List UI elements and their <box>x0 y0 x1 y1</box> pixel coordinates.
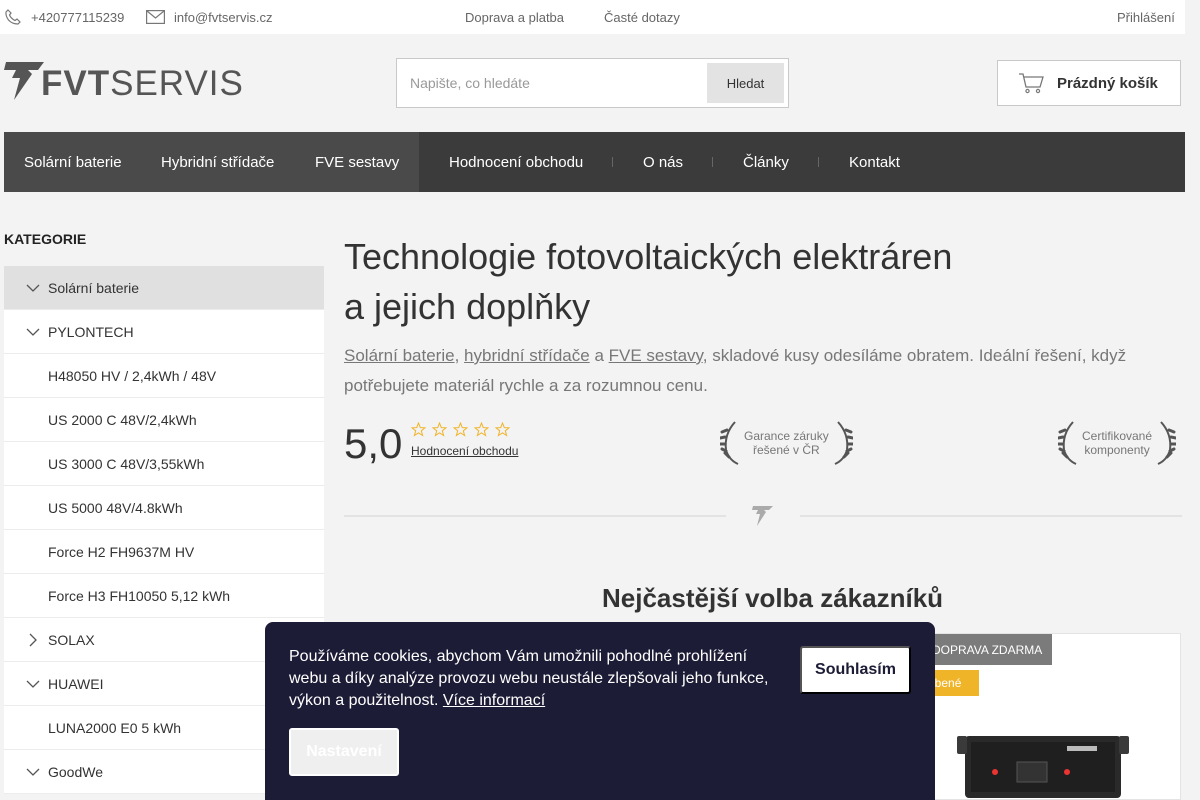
warranty-text: Garance záruky řešené v ČR <box>740 429 833 457</box>
nav-item-articles[interactable]: Články <box>743 132 789 192</box>
sidebar-item-label: US 3000 C 48V/3,55kWh <box>48 455 205 472</box>
top-bar: +420777115239 info@fvtservis.cz Doprava … <box>0 0 1185 34</box>
star-icon <box>474 422 489 437</box>
intro-link-fve-sets[interactable]: FVE sestavy <box>609 346 703 365</box>
sidebar-item[interactable]: US 2000 C 48V/2,4kWh <box>4 398 324 442</box>
page-title-line2: a jejich doplňky <box>344 286 591 327</box>
sidebar-item[interactable]: Force H3 FH10050 5,12 kWh <box>4 574 324 618</box>
certified-line1: Certifikované <box>1082 429 1153 443</box>
logo-text-light: SERVIS <box>110 64 244 103</box>
search-button[interactable]: Hledat <box>707 63 784 103</box>
star-icon <box>453 422 468 437</box>
laurel-right-icon <box>1157 421 1177 465</box>
chevron-down-icon[interactable] <box>26 281 40 295</box>
star-icon <box>495 422 510 437</box>
logo-text: FVTSERVIS <box>41 66 244 101</box>
section-title: Nejčastější volba zákazníků <box>602 583 944 613</box>
intro-text: Solární baterie, hybridní střídače a FVE… <box>344 341 1164 401</box>
logo-text-bold: FVT <box>41 64 111 103</box>
phone-icon <box>5 9 21 25</box>
sidebar-item-label: SOLAX <box>48 631 95 648</box>
rating-link[interactable]: Hodnocení obchodu <box>411 444 518 458</box>
intro-link-inverters[interactable]: hybridní střídače <box>464 346 590 365</box>
laurel-right-icon <box>834 421 853 465</box>
sidebar-item-label: Force H3 FH10050 5,12 kWh <box>48 587 231 604</box>
chevron-down-icon[interactable] <box>26 325 40 339</box>
intro-separator: , <box>454 346 465 365</box>
faq-link[interactable]: Časté dotazy <box>604 0 680 34</box>
sidebar-item[interactable]: Solární baterie <box>4 266 324 310</box>
envelope-icon <box>146 10 165 24</box>
login-link[interactable]: Přihlášení <box>1117 0 1175 34</box>
cart-label: Prázdný košík <box>1057 74 1158 92</box>
nav-item-shop-rating[interactable]: Hodnocení obchodu <box>449 132 583 192</box>
phone-number: +420777115239 <box>31 9 125 25</box>
cookie-text: Používáme cookies, abychom Vám umožnili … <box>289 646 779 712</box>
phone-link[interactable]: +420777115239 <box>4 0 124 34</box>
rating-stars <box>411 422 510 437</box>
email-link[interactable]: info@fvtservis.cz <box>146 0 272 34</box>
nav-separator <box>712 157 713 167</box>
warranty-line2: řešené v ČR <box>753 443 820 457</box>
chevron-down-icon[interactable] <box>26 765 40 779</box>
certified-badge: Certifikované komponenty <box>1058 420 1177 466</box>
sidebar-item[interactable]: US 5000 48V/4.8kWh <box>4 486 324 530</box>
page-title-line1: Technologie fotovoltaických elektráren <box>344 236 953 277</box>
sidebar-item[interactable]: Force H2 FH9637M HV <box>4 530 324 574</box>
site-logo[interactable]: FVTSERVIS <box>4 60 254 104</box>
sidebar-item[interactable]: PYLONTECH <box>4 310 324 354</box>
sidebar-item[interactable]: US 3000 C 48V/3,55kWh <box>4 442 324 486</box>
certified-text: Certifikované komponenty <box>1078 429 1156 457</box>
cart-button[interactable]: Prázdný košík <box>997 60 1181 106</box>
sidebar-item-label: GoodWe <box>48 763 103 780</box>
sidebar-item-label: Force H2 FH9637M HV <box>48 543 195 560</box>
laurel-left-icon <box>1058 421 1077 465</box>
intro-link-batteries[interactable]: Solární baterie <box>344 346 455 365</box>
sidebar-item-label: PYLONTECH <box>48 323 134 340</box>
nav-item-contact[interactable]: Kontakt <box>849 132 900 192</box>
sidebar-item-label: US 2000 C 48V/2,4kWh <box>48 411 197 428</box>
warranty-line1: Garance záruky <box>744 429 829 443</box>
cookie-banner: Používáme cookies, abychom Vám umožnili … <box>265 622 935 800</box>
categories-title: KATEGORIE <box>4 231 87 247</box>
page-title: Technologie fotovoltaických elektráren a… <box>344 232 952 332</box>
search-box: Hledat <box>396 58 789 108</box>
chevron-down-icon[interactable] <box>26 677 40 691</box>
sidebar-item-label: H48050 HV / 2,4kWh / 48V <box>48 367 217 384</box>
divider-right <box>800 515 1182 517</box>
sidebar-item-label: Solární baterie <box>48 279 140 296</box>
cookie-accept-button[interactable]: Souhlasím <box>800 646 911 694</box>
main-navigation: Solární baterie Hybridní střídače FVE se… <box>4 132 1185 192</box>
chevron-right-icon[interactable] <box>26 633 40 647</box>
cart-icon <box>1019 73 1044 94</box>
email-address: info@fvtservis.cz <box>174 9 273 25</box>
nav-separator <box>818 157 819 167</box>
star-icon <box>432 422 447 437</box>
nav-separator <box>612 157 613 167</box>
certified-line2: komponenty <box>1084 443 1150 457</box>
nav-item-hybrid-inverters[interactable]: Hybridní střídače <box>161 132 274 192</box>
sidebar-item-label: HUAWEI <box>48 675 104 692</box>
sidebar-item[interactable]: H48050 HV / 2,4kWh / 48V <box>4 354 324 398</box>
logo-bolt-icon <box>4 62 44 100</box>
divider-left <box>344 515 726 517</box>
search-input[interactable] <box>397 59 702 107</box>
cookie-settings-button[interactable]: Nastavení <box>289 728 399 776</box>
cookie-more-info-link[interactable]: Více informací <box>443 692 545 709</box>
warranty-badge: Garance záruky řešené v ČR <box>720 420 853 466</box>
nav-item-about[interactable]: O nás <box>643 132 683 192</box>
laurel-left-icon <box>720 421 739 465</box>
intro-separator: a <box>589 346 609 365</box>
nav-item-fve-sets[interactable]: FVE sestavy <box>315 132 399 192</box>
sidebar-item-label: LUNA2000 E0 5 kWh <box>48 719 182 736</box>
shipping-payment-link[interactable]: Doprava a platba <box>465 0 564 34</box>
product-image <box>957 736 1129 798</box>
divider-bolt-icon <box>752 506 773 526</box>
sidebar-item-label: US 5000 48V/4.8kWh <box>48 499 183 516</box>
rating-value: 5,0 <box>344 420 403 467</box>
nav-item-solar-batteries[interactable]: Solární baterie <box>24 132 122 192</box>
star-icon <box>411 422 426 437</box>
